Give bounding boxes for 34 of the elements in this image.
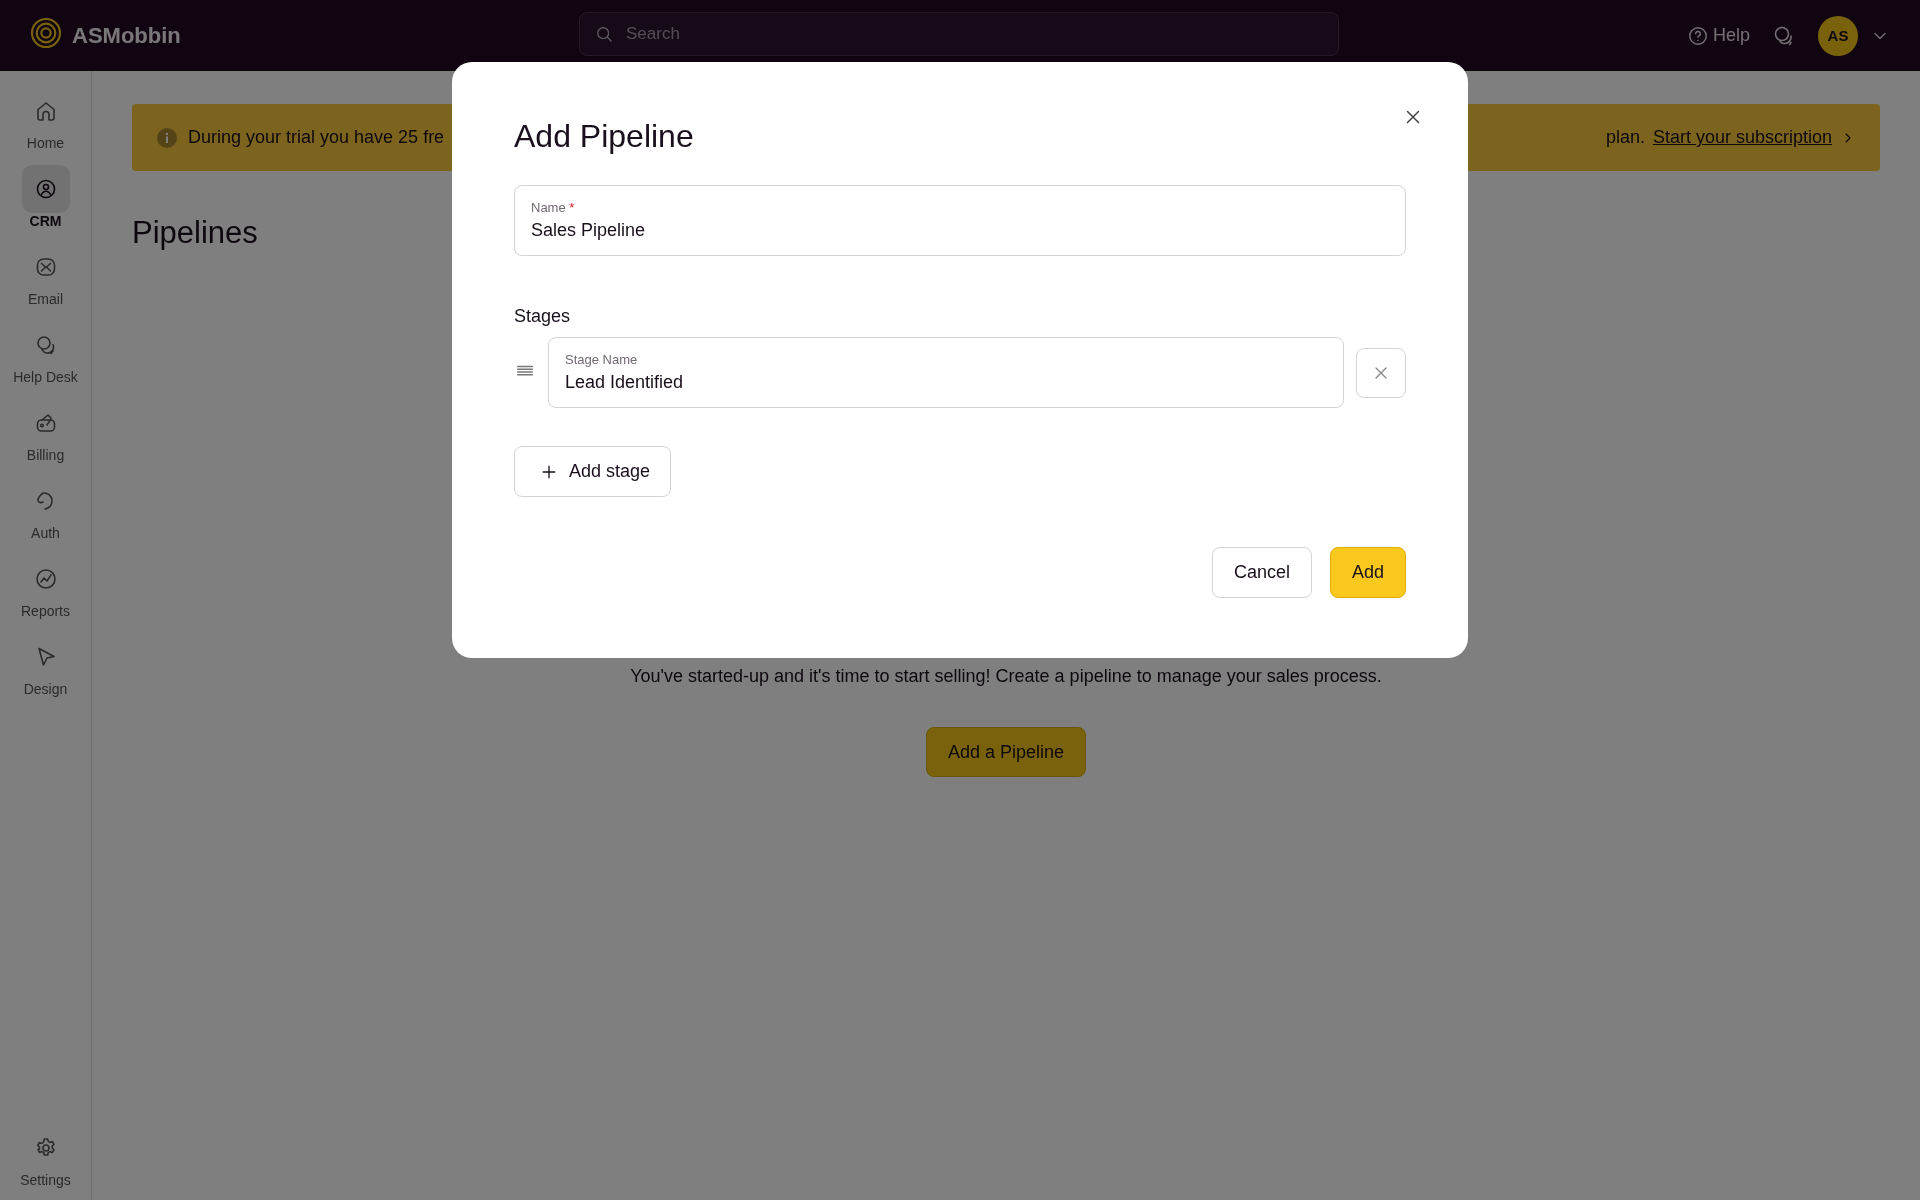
sidebar-item[interactable]: Reports [21,555,70,619]
brand-name: ASMobbin [72,22,181,49]
empty-state-message: You've started-up and it's time to start selling! Create a pipeline to manage your sales process. [630,666,1382,687]
banner-text: During your trial you have 25 fre [188,127,445,148]
help-link[interactable]: Help [1686,24,1750,47]
search-input[interactable]: Search [624,23,1324,45]
page-title: Pipelines [132,215,258,251]
sidebar-item[interactable]: Design [21,633,70,697]
add-pipeline-button[interactable]: Add a Pipeline [925,727,1087,777]
search-field[interactable]: Search [579,12,1339,56]
sidebar-item[interactable]: Home [21,87,70,151]
stage-name-input[interactable]: Lead Identified [565,372,1327,393]
stage-name-field[interactable]: Stage Name Lead Identified [548,337,1344,408]
sidebar-item[interactable]: Help Desk [13,321,78,385]
account-menu[interactable]: AS [1818,15,1890,56]
question-circle-icon [1686,24,1709,47]
section-heading: Stages [514,306,572,327]
name-input[interactable]: Sales Pipeline [531,220,1389,241]
concentric-circles-logo-icon [30,16,62,49]
add-button[interactable]: Add [1329,547,1406,598]
subscription-link[interactable]: Start your subscription [1652,127,1832,148]
sidebar-item[interactable]: Billing [21,399,70,463]
chart-line-circle-icon [33,567,58,591]
sidebar-item[interactable]: Email [21,243,70,307]
avatar: AS [1818,15,1858,56]
info-icon [156,126,178,149]
cancel-button[interactable]: Cancel [1211,547,1312,598]
dialog-title: Add Pipeline [514,118,695,155]
add-stage-button[interactable]: Add stage [514,446,672,497]
sidebar-item[interactable]: Auth [21,477,70,541]
name-field[interactable]: Name * Sales Pipeline [514,185,1406,256]
banner-text: plan. [1605,127,1645,148]
search-icon [594,24,614,44]
sidebar-item[interactable]: Settings [20,1124,71,1188]
